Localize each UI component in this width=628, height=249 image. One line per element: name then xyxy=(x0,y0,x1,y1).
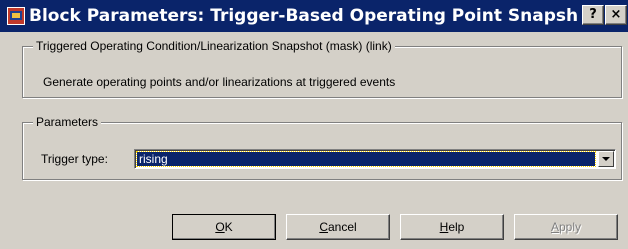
cancel-label: ancel xyxy=(327,220,357,234)
mask-group-legend: Triggered Operating Condition/Linearizat… xyxy=(33,38,395,54)
chevron-down-icon[interactable] xyxy=(598,151,614,167)
mask-description: Generate operating points and/or lineari… xyxy=(43,75,396,89)
parameters-group-legend: Parameters xyxy=(33,114,102,130)
apply-mnemonic: A xyxy=(550,220,559,234)
help-icon[interactable]: ? xyxy=(582,5,604,25)
ok-mnemonic: O xyxy=(215,220,225,234)
trigger-type-dropdown[interactable]: rising xyxy=(134,149,616,169)
apply-button[interactable]: Apply xyxy=(514,214,618,240)
window-title: Block Parameters: Trigger-Based Operatin… xyxy=(29,6,577,26)
simulink-block-icon xyxy=(7,7,25,25)
parameters-group: Parameters Trigger type: rising xyxy=(22,114,622,180)
apply-label: pply xyxy=(559,220,582,234)
title-bar[interactable]: Block Parameters: Trigger-Based Operatin… xyxy=(0,0,628,32)
ok-button[interactable]: OK xyxy=(172,214,276,240)
close-icon[interactable]: × xyxy=(605,5,627,25)
mask-description-group: Triggered Operating Condition/Linearizat… xyxy=(22,38,622,98)
ok-label: K xyxy=(224,220,233,234)
trigger-type-label: Trigger type: xyxy=(41,152,108,166)
help-label: elp xyxy=(448,220,465,234)
trigger-type-value[interactable]: rising xyxy=(136,151,596,167)
cancel-button[interactable]: Cancel xyxy=(286,214,390,240)
cancel-mnemonic: C xyxy=(319,220,328,234)
help-button[interactable]: Help xyxy=(400,214,504,240)
